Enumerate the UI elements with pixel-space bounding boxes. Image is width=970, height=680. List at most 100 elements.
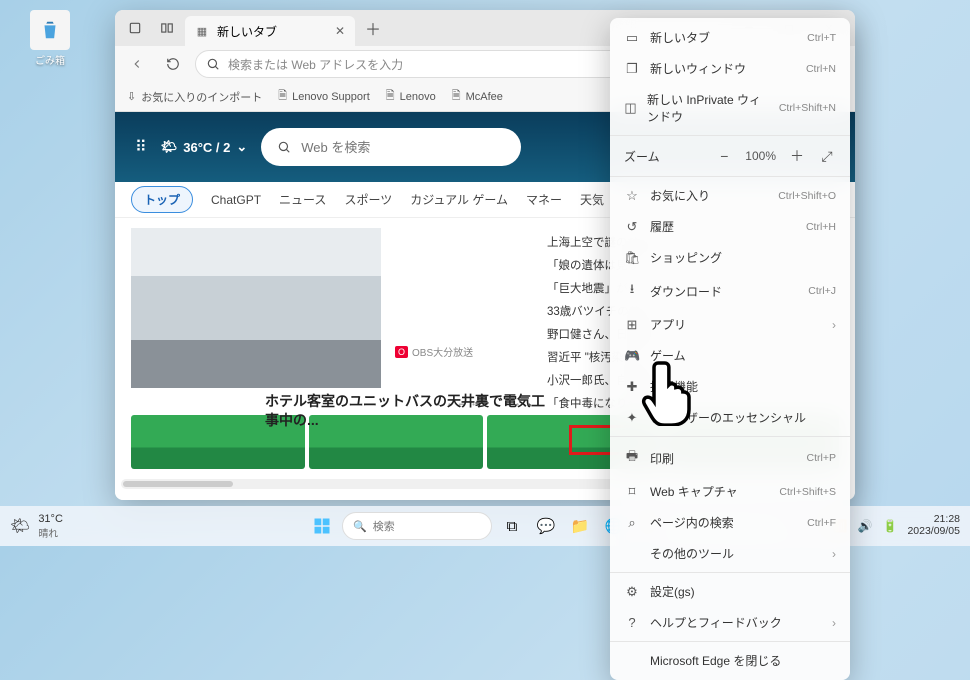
menu-new-tab[interactable]: ▭新しいタブCtrl+T bbox=[610, 22, 850, 53]
app-launcher-icon[interactable]: ⠿ bbox=[135, 137, 147, 157]
tab-sports[interactable]: スポーツ bbox=[344, 187, 392, 212]
tab-actions-icon[interactable] bbox=[121, 14, 149, 42]
capture-icon: ⌑ bbox=[624, 484, 640, 500]
menu-new-inprivate[interactable]: ◫新しい InPrivate ウィンドウCtrl+Shift+N bbox=[610, 84, 850, 132]
find-icon: ⌕ bbox=[624, 515, 640, 531]
menu-close-edge[interactable]: Microsoft Edge を閉じる bbox=[610, 645, 850, 676]
zoom-value: 100% bbox=[745, 149, 776, 163]
bookmark-import[interactable]: ⇩お気に入りのインポート bbox=[127, 89, 262, 105]
menu-games[interactable]: 🎮ゲーム bbox=[610, 340, 850, 371]
tab-title: 新しいタブ bbox=[217, 23, 277, 40]
menu-zoom: ズーム − 100% ＋ ⤢ bbox=[610, 139, 850, 173]
chevron-down-icon: ⌄ bbox=[236, 139, 247, 155]
feature-card[interactable] bbox=[131, 228, 381, 388]
tab-casual-games[interactable]: カジュアル ゲーム bbox=[410, 187, 508, 212]
address-placeholder: 検索または Web アドレスを入力 bbox=[228, 56, 403, 73]
tab-close-icon[interactable]: ✕ bbox=[335, 24, 345, 38]
menu-extensions[interactable]: ✚拡張機能 bbox=[610, 371, 850, 402]
browser-tab[interactable]: ▦ 新しいタブ ✕ bbox=[185, 16, 355, 46]
menu-separator bbox=[610, 572, 850, 573]
menu-new-window[interactable]: ❐新しいウィンドウCtrl+N bbox=[610, 53, 850, 84]
zoom-out-button[interactable]: − bbox=[715, 148, 733, 164]
explorer-icon[interactable]: 📁 bbox=[566, 512, 594, 540]
page-icon: 🗎 bbox=[278, 87, 287, 106]
help-icon: ? bbox=[624, 615, 640, 630]
sparkle-icon: ✦ bbox=[624, 410, 640, 426]
volume-icon[interactable]: 🔊 bbox=[858, 519, 873, 533]
fullscreen-icon[interactable]: ⤢ bbox=[818, 148, 836, 165]
games-icon: 🎮 bbox=[624, 348, 640, 364]
taskbar-clock[interactable]: 21:28 2023/09/05 bbox=[907, 514, 960, 537]
star-icon: ☆ bbox=[624, 188, 640, 204]
start-button[interactable] bbox=[308, 512, 336, 540]
page-icon: 🗎 bbox=[452, 87, 461, 106]
menu-favorites[interactable]: ☆お気に入りCtrl+Shift+O bbox=[610, 180, 850, 211]
extensions-icon: ✚ bbox=[624, 379, 640, 395]
tab-money[interactable]: マネー bbox=[526, 187, 562, 212]
hero-search[interactable] bbox=[261, 128, 521, 166]
taskbar-weather[interactable]: 🌤 31°C 晴れ bbox=[10, 513, 63, 540]
tab-chatgpt[interactable]: ChatGPT bbox=[211, 189, 261, 211]
chat-icon[interactable]: 💬 bbox=[532, 512, 560, 540]
hero-weather[interactable]: 🌤 36°C / 2 ⌄ bbox=[161, 139, 248, 155]
gear-icon: ⚙ bbox=[624, 584, 640, 600]
task-view-icon[interactable]: ⧉ bbox=[498, 512, 526, 540]
search-icon bbox=[277, 140, 291, 154]
battery-icon[interactable]: 🔋 bbox=[882, 519, 897, 533]
sun-icon: 🌤 bbox=[10, 516, 30, 536]
vertical-tabs-icon[interactable] bbox=[153, 14, 181, 42]
browser-menu: ▭新しいタブCtrl+T ❐新しいウィンドウCtrl+N ◫新しい InPriv… bbox=[610, 18, 850, 680]
source-badge: O bbox=[395, 346, 408, 358]
menu-separator bbox=[610, 176, 850, 177]
tab-icon: ▭ bbox=[624, 30, 640, 46]
history-icon: ↺ bbox=[624, 219, 640, 235]
tab-top[interactable]: トップ bbox=[131, 186, 193, 213]
tab-weather[interactable]: 天気 bbox=[580, 187, 604, 212]
bookmark-lenovo-support[interactable]: 🗎Lenovo Support bbox=[278, 87, 370, 106]
card-title[interactable]: ホテル客室のユニットバスの天井裏で電気工事中の... bbox=[265, 392, 545, 430]
recycle-bin[interactable]: ごみ箱 bbox=[30, 10, 70, 67]
tab-news[interactable]: ニュース bbox=[279, 187, 326, 212]
menu-more-tools[interactable]: その他のツール› bbox=[610, 538, 850, 569]
chevron-right-icon: › bbox=[832, 318, 836, 332]
back-button[interactable] bbox=[123, 50, 151, 78]
sun-icon: 🌤 bbox=[161, 139, 178, 155]
card-source: OOBS大分放送 bbox=[395, 344, 560, 359]
taskbar-search[interactable]: 🔍検索 bbox=[342, 512, 492, 540]
menu-separator bbox=[610, 641, 850, 642]
menu-separator bbox=[610, 135, 850, 136]
card-image bbox=[131, 228, 381, 388]
tab-favicon-icon: ▦ bbox=[195, 24, 209, 38]
import-icon: ⇩ bbox=[127, 90, 136, 103]
zoom-in-button[interactable]: ＋ bbox=[788, 146, 806, 166]
window-icon: ❐ bbox=[624, 61, 640, 77]
menu-history[interactable]: ↺履歴Ctrl+H bbox=[610, 211, 850, 242]
menu-help[interactable]: ?ヘルプとフィードバック› bbox=[610, 607, 850, 638]
menu-web-capture[interactable]: ⌑Web キャプチャCtrl+Shift+S bbox=[610, 476, 850, 507]
chevron-right-icon: › bbox=[832, 547, 836, 561]
shopping-icon: 🛍 bbox=[624, 250, 640, 266]
menu-shopping[interactable]: 🛍ショッピング bbox=[610, 242, 850, 273]
menu-essentials[interactable]: ✦ブラウザーのエッセンシャル bbox=[610, 402, 850, 433]
menu-separator bbox=[610, 436, 850, 437]
page-icon: 🗎 bbox=[386, 87, 395, 106]
inprivate-icon: ◫ bbox=[624, 100, 637, 116]
menu-find[interactable]: ⌕ページ内の検索Ctrl+F bbox=[610, 507, 850, 538]
download-icon: ⭳ bbox=[624, 280, 640, 302]
taskbar-center: 🔍検索 ⧉ 💬 📁 🌐 🛍 bbox=[308, 512, 662, 540]
new-tab-button[interactable]: ＋ bbox=[359, 14, 387, 42]
recycle-bin-label: ごみ箱 bbox=[30, 52, 70, 67]
apps-icon: ⊞ bbox=[624, 317, 640, 333]
menu-apps[interactable]: ⊞アプリ› bbox=[610, 309, 850, 340]
bookmark-lenovo[interactable]: 🗎Lenovo bbox=[386, 87, 436, 106]
menu-print[interactable]: 🖶印刷Ctrl+P bbox=[610, 440, 850, 476]
hero-search-input[interactable] bbox=[301, 140, 477, 155]
bookmark-mcafee[interactable]: 🗎McAfee bbox=[452, 87, 503, 106]
print-icon: 🖶 bbox=[624, 447, 640, 469]
menu-downloads[interactable]: ⭳ダウンロードCtrl+J bbox=[610, 273, 850, 309]
menu-settings[interactable]: ⚙設定(gs) bbox=[610, 576, 850, 607]
search-icon: 🔍 bbox=[353, 520, 367, 533]
refresh-button[interactable] bbox=[159, 50, 187, 78]
chevron-right-icon: › bbox=[832, 616, 836, 630]
search-icon bbox=[206, 57, 220, 71]
